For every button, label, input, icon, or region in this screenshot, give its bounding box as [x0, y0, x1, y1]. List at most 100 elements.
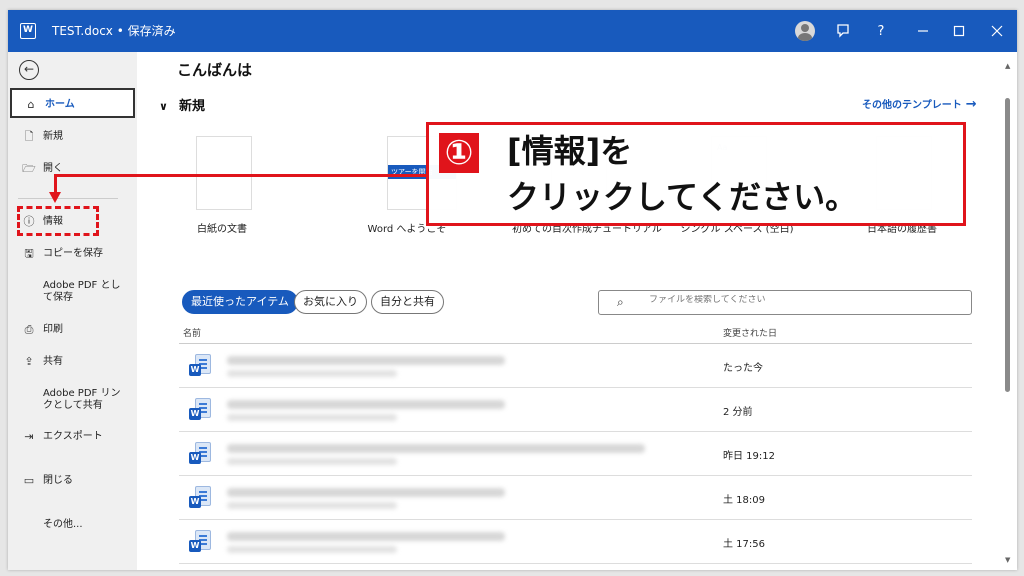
column-header-modified[interactable]: 変更された日 — [723, 326, 777, 339]
file-modified-date: 昨日 19:12 — [723, 451, 775, 462]
tab-recent[interactable]: 最近使ったアイテム — [182, 290, 298, 314]
callout-connector-line — [54, 174, 428, 177]
file-path-blurred — [227, 458, 397, 465]
file-path-blurred — [227, 414, 397, 421]
table-row[interactable]: W 土 17:56 — [179, 520, 972, 564]
open-folder-icon: 🗁 — [22, 162, 36, 175]
word-file-icon: W — [189, 354, 211, 378]
search-icon: ⌕ — [617, 295, 624, 309]
sidebar-item-more[interactable]: その他... — [10, 510, 135, 540]
template-name: 白紙の文書 — [197, 224, 247, 235]
table-row[interactable]: W 2 分前 — [179, 388, 972, 432]
template-blank[interactable]: 白紙の文書 — [157, 136, 287, 236]
step-number-badge: ① — [439, 133, 479, 173]
column-header-name[interactable]: 名前 — [183, 326, 201, 339]
chevron-down-icon: ∨ — [159, 100, 168, 113]
word-badge: W — [189, 364, 201, 376]
feedback-icon[interactable] — [826, 17, 860, 45]
title-bar: TEST.docx • 保存済み ? — [8, 10, 1017, 52]
word-badge: W — [189, 408, 201, 420]
callout-arrow-icon — [49, 192, 61, 203]
sidebar-item-label: 印刷 — [43, 324, 63, 335]
maximize-icon[interactable] — [942, 17, 976, 45]
file-name-blurred — [227, 444, 645, 453]
sidebar-item-open[interactable]: 🗁 開く — [10, 154, 135, 184]
minimize-icon-svg — [918, 30, 928, 32]
sidebar-item-label: ホーム — [45, 99, 75, 110]
table-row[interactable]: W 土 18:09 — [179, 476, 972, 520]
instruction-line-2: クリックしてください。 — [507, 178, 858, 216]
vertical-scrollbar[interactable]: ▲ ▼ — [1003, 62, 1013, 568]
word-file-icon: W — [189, 486, 211, 510]
tab-favorites[interactable]: お気に入り — [294, 290, 367, 314]
word-app-icon — [20, 23, 36, 39]
scrollbar-thumb[interactable] — [1005, 98, 1010, 392]
sidebar-item-print[interactable]: ⎙ 印刷 — [10, 315, 135, 345]
sidebar-item-close[interactable]: ▭ 閉じる — [10, 466, 135, 496]
sidebar-item-label: Adobe PDF リンクとして共有 — [43, 388, 121, 411]
sidebar-item-label: 閉じる — [43, 475, 73, 486]
backstage-sidebar: ← ⌂ ホーム 🗋 新規 🗁 開く ⓘ 情報 🖫 コピーを保存 Adobe PD… — [8, 52, 137, 570]
close-icon-svg — [991, 25, 1003, 37]
sidebar-item-label: 共有 — [43, 356, 63, 367]
close-folder-icon: ▭ — [23, 474, 35, 487]
table-row[interactable]: W たった今 — [179, 344, 972, 388]
file-name-blurred — [227, 532, 505, 541]
new-section-header[interactable]: ∨ 新規 — [159, 95, 205, 114]
home-icon: ⌂ — [27, 98, 35, 111]
share-icon: ⇪ — [24, 355, 34, 368]
help-icon[interactable]: ? — [864, 17, 898, 45]
sidebar-item-new[interactable]: 🗋 新規 — [10, 122, 135, 152]
template-thumbnail — [196, 136, 252, 210]
word-badge: W — [189, 452, 201, 464]
feedback-icon-svg — [837, 24, 849, 38]
new-document-icon: 🗋 — [24, 130, 34, 143]
sidebar-item-label: コピーを保存 — [43, 248, 103, 259]
tab-shared-with-me[interactable]: 自分と共有 — [371, 290, 444, 314]
sidebar-item-export[interactable]: ⇥ エクスポート — [10, 422, 135, 452]
more-templates-link[interactable]: その他のテンプレート → — [862, 96, 977, 112]
info-highlight-box — [17, 206, 99, 236]
more-templates-label: その他のテンプレート — [862, 100, 962, 111]
file-path-blurred — [227, 546, 397, 553]
word-file-icon: W — [189, 442, 211, 466]
sidebar-item-save-adobe-pdf[interactable]: Adobe PDF として保存 — [10, 278, 135, 308]
greeting: こんばんは — [177, 61, 253, 79]
instruction-line-1: [情報]を — [507, 132, 633, 170]
word-badge: W — [189, 496, 201, 508]
file-path-blurred — [227, 502, 397, 509]
file-modified-date: 2 分前 — [723, 407, 753, 418]
file-name-blurred — [227, 356, 505, 365]
minimize-icon[interactable] — [906, 17, 940, 45]
document-title: TEST.docx • 保存済み — [52, 24, 176, 38]
word-backstage-window: TEST.docx • 保存済み ? ← ⌂ ホーム 🗋 新規 🗁 開く — [8, 10, 1017, 570]
arrow-right-icon: → — [965, 97, 977, 112]
file-modified-date: 土 18:09 — [723, 495, 765, 506]
export-icon: ⇥ — [24, 430, 34, 443]
sidebar-item-label: その他... — [43, 519, 83, 530]
sidebar-item-label: エクスポート — [43, 431, 103, 442]
close-icon[interactable] — [980, 17, 1014, 45]
new-section-title: 新規 — [179, 99, 206, 114]
instruction-callout: ① [情報]を クリックしてください。 — [426, 122, 966, 226]
print-icon: ⎙ — [24, 323, 34, 336]
file-search-box[interactable]: ⌕ — [598, 290, 972, 315]
save-copy-icon: 🖫 — [24, 247, 34, 260]
sidebar-item-share[interactable]: ⇪ 共有 — [10, 347, 135, 377]
word-badge: W — [189, 540, 201, 552]
file-search-input[interactable] — [649, 295, 949, 305]
sidebar-item-home[interactable]: ⌂ ホーム — [10, 88, 135, 118]
table-row[interactable]: W 昨日 19:12 — [179, 432, 972, 476]
sidebar-item-share-adobe-pdf-link[interactable]: Adobe PDF リンクとして共有 — [10, 386, 135, 416]
scroll-up-icon[interactable]: ▲ — [1005, 62, 1010, 70]
maximize-icon-svg — [953, 25, 965, 37]
file-modified-date: たった今 — [723, 363, 763, 374]
sidebar-item-label: 新規 — [43, 131, 63, 142]
file-path-blurred — [227, 370, 397, 377]
sidebar-item-save-copy[interactable]: 🖫 コピーを保存 — [10, 239, 135, 269]
word-file-icon: W — [189, 398, 211, 422]
file-modified-date: 土 17:56 — [723, 539, 765, 550]
account-avatar-icon[interactable] — [795, 21, 815, 41]
back-arrow-icon[interactable]: ← — [19, 60, 39, 80]
scroll-down-icon[interactable]: ▼ — [1005, 556, 1010, 564]
